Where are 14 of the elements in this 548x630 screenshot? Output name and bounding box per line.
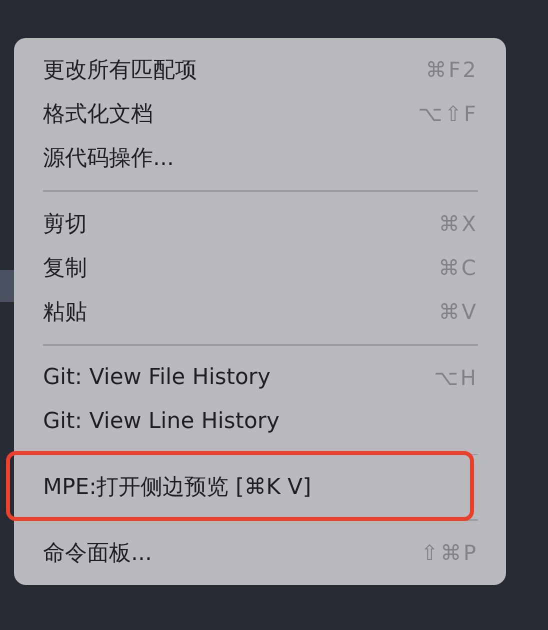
selection-highlight [0,270,14,302]
menu-item[interactable]: MPE:打开侧边预览 [⌘K V] [14,465,506,510]
menu-item-label: 格式化文档 [43,101,153,129]
menu-item-label: Git: View File History [43,365,270,390]
menu-item-label: 更改所有匹配项 [43,57,197,85]
menu-item-label: MPE:打开侧边预览 [⌘K V] [43,474,312,502]
menu-item-label: 命令面板... [43,540,152,568]
menu-item-label: 粘贴 [43,298,87,327]
menu-item-label: 复制 [43,254,87,283]
menu-item[interactable]: Git: View Line History [14,400,506,444]
menu-item-label: 源代码操作... [43,145,174,173]
menu-item[interactable]: 源代码操作... [14,136,506,180]
menu-item-label: Git: View Line History [43,409,280,434]
menu-item-label: 剪切 [43,210,87,239]
